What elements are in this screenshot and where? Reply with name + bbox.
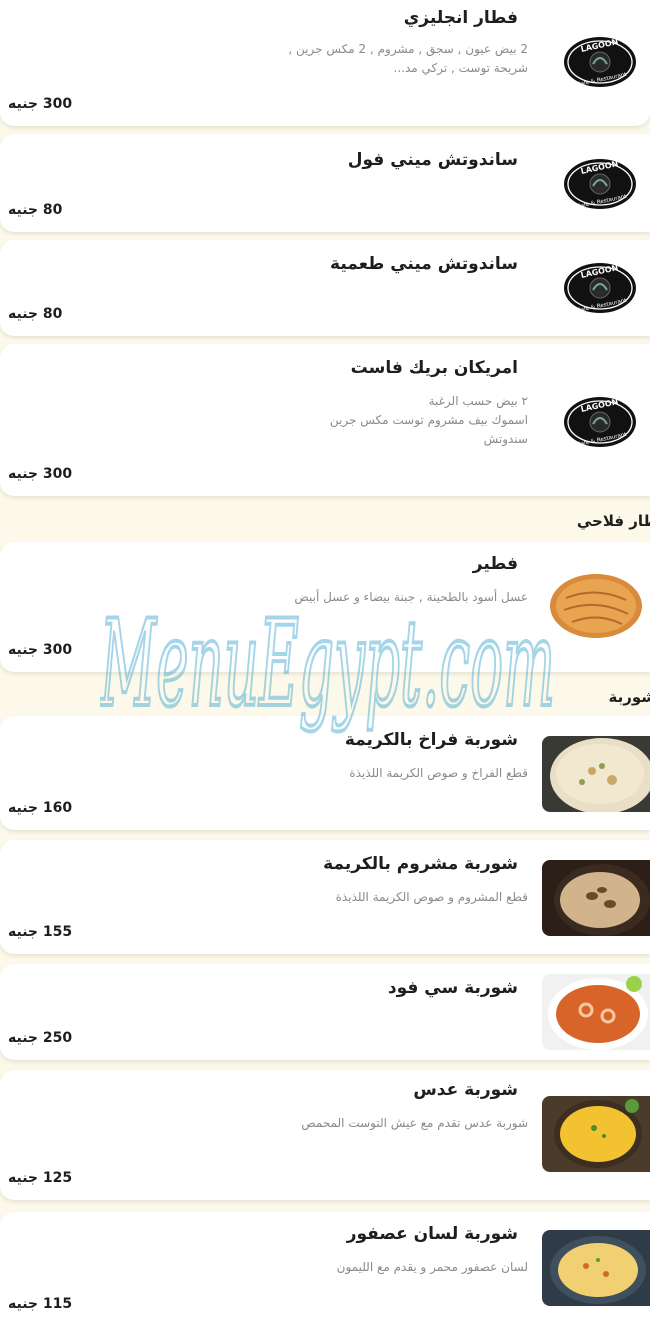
item-name: فطار انجليزي [403,8,518,28]
chicken-cream-soup-photo [542,736,650,812]
item-description: 2 بيض عيون , سجق , مشروم , 2 مكس جرين , … [288,42,528,75]
menu-item-card[interactable]: شوربة لسان عصفور لسان عصفور محمر و يقدم … [0,1212,650,1326]
item-description: قطع المشروم و صوص الكريمة اللذيذة [335,890,528,904]
restaurant-logo: LAGOON Cafe & Restaurant [564,263,636,314]
menu-item-card[interactable]: شوربة عدس شوربة عدس تقدم مع عيش التوست ا… [0,1070,650,1200]
item-price: 80 جنيه [8,202,63,218]
mushroom-soup-photo [542,860,650,936]
item-name: شوربة مشروم بالكريمة [323,854,518,874]
item-price: 155 جنيه [8,924,73,940]
item-name: شوربة سي فود [387,978,518,998]
section-title-fallahi: فطار فلاحي [576,512,650,530]
item-name: شوربة لسان عصفور [346,1224,518,1244]
item-price: 300 جنيه [8,642,73,658]
item-name: ساندوتش ميني فول [347,150,518,170]
restaurant-logo: LAGOON Cafe & Restaurant [564,397,636,448]
menu-item-card[interactable]: شوربة فراخ بالكريمة قطع الفراخ و صوص الك… [0,716,650,830]
section-title-soup: شوربة [608,688,650,706]
menu-item-card[interactable]: فطير عسل أسود بالطحينة , جبنة بيضاء و عس… [0,542,650,672]
item-price: 160 جنيه [8,800,73,816]
seafood-soup-photo [542,974,650,1050]
item-price: 300 جنيه [8,96,73,112]
item-name: فطير [472,554,518,574]
menu-item-card[interactable]: امريكان بريك فاست ٢ بيض حسب الرغبة اسموك… [0,344,650,496]
orzo-soup-photo [542,1230,650,1306]
menu-item-card[interactable]: ساندوتش ميني فول 80 جنيه LAGOON Cafe & R… [0,134,650,232]
menu-item-card[interactable]: فطار انجليزي 2 بيض عيون , سجق , مشروم , … [0,0,650,126]
item-description: ٢ بيض حسب الرغبة اسموك بيف مشروم توست مك… [329,394,528,446]
lentil-soup-photo [542,1096,650,1172]
item-price: 80 جنيه [8,306,63,322]
feteer-photo [542,568,650,644]
item-description: لسان عصفور محمر و يقدم مع الليمون [336,1260,528,1274]
item-description: شوربة عدس تقدم مع عيش التوست المحمص [301,1116,528,1130]
item-name: امريكان بريك فاست [350,358,518,378]
item-name: ساندوتش ميني طعمية [330,254,518,274]
menu-item-card[interactable]: شوربة سي فود 250 جنيه [0,964,650,1060]
item-price: 300 جنيه [8,466,73,482]
menu-item-card[interactable]: شوربة مشروم بالكريمة قطع المشروم و صوص ا… [0,840,650,954]
restaurant-logo: LAGOON Cafe & Restaurant [564,37,636,88]
item-description: قطع الفراخ و صوص الكريمة اللذيذة [349,766,528,780]
item-name: شوربة فراخ بالكريمة [344,730,518,750]
item-name: شوربة عدس [413,1080,518,1100]
item-price: 250 جنيه [8,1030,73,1046]
item-price: 115 جنيه [8,1296,73,1312]
item-description: عسل أسود بالطحينة , جبنة بيضاء و عسل أبي… [294,590,528,604]
menu-item-card[interactable]: ساندوتش ميني طعمية 80 جنيه LAGOON Cafe &… [0,240,650,336]
restaurant-logo: LAGOON Cafe & Restaurant [564,159,636,210]
item-price: 125 جنيه [8,1170,73,1186]
